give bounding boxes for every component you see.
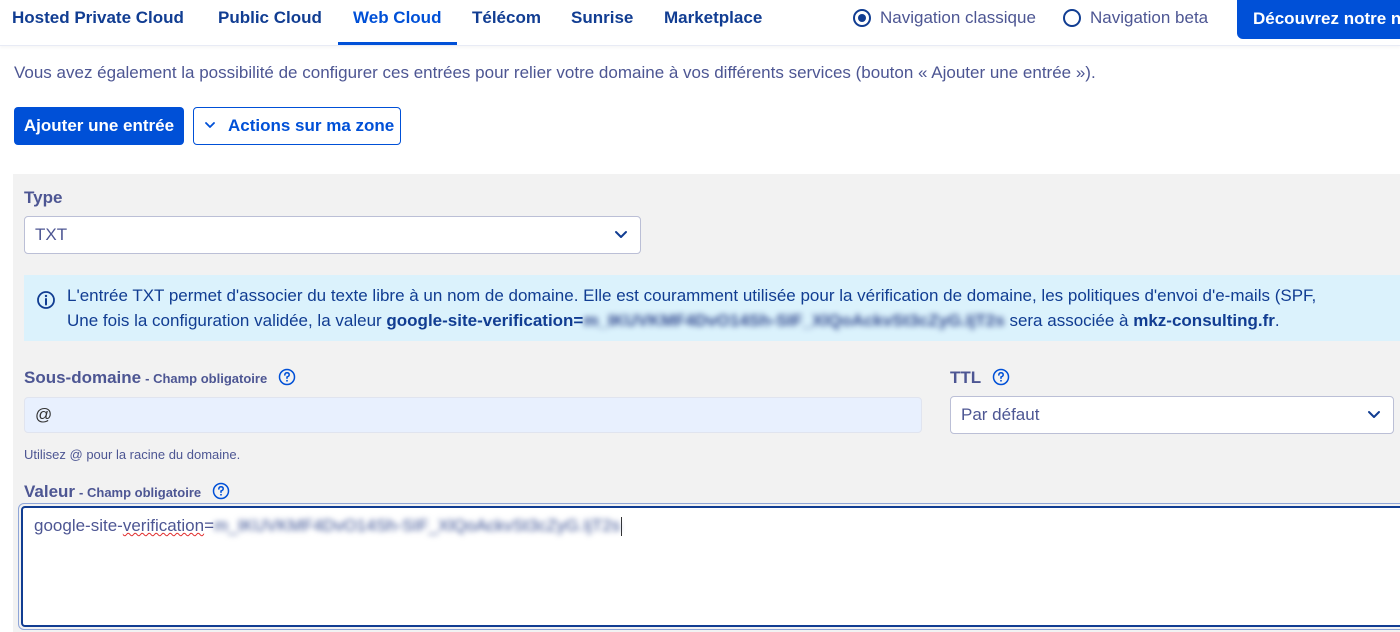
ttl-label-text: TTL bbox=[950, 368, 981, 387]
nav-marketplace[interactable]: Marketplace bbox=[664, 0, 762, 46]
info-value-redacted: m_IKUVKMF4DvO14Sh-SIF_XlQoAckvSt3cZyG.Ij… bbox=[583, 311, 1005, 330]
radio-classic-label: Navigation classique bbox=[880, 8, 1036, 27]
ttl-select-value: Par défaut bbox=[961, 405, 1040, 424]
chevron-down-icon bbox=[205, 122, 215, 128]
discover-button[interactable]: Découvrez notre n bbox=[1237, 0, 1400, 39]
subdomain-input[interactable]: @ bbox=[24, 397, 922, 433]
chevron-down-icon bbox=[1368, 411, 1380, 418]
info-line-1: L'entrée TXT permet d'associer du texte … bbox=[67, 286, 1317, 305]
zone-actions-button[interactable]: Actions sur ma zone bbox=[193, 107, 401, 145]
ttl-label: TTL bbox=[950, 368, 1010, 388]
nav-public-cloud[interactable]: Public Cloud bbox=[218, 0, 322, 46]
help-icon[interactable] bbox=[278, 368, 296, 386]
required-tag: - Champ obligatoire bbox=[79, 485, 202, 500]
ttl-select[interactable]: Par défaut bbox=[950, 396, 1394, 434]
info-line-2-end: . bbox=[1274, 311, 1280, 330]
radio-checked-icon bbox=[853, 9, 871, 27]
nav-hosted-private-cloud[interactable]: Hosted Private Cloud bbox=[12, 0, 184, 46]
radio-unchecked-icon bbox=[1063, 9, 1081, 27]
type-label: Type bbox=[24, 188, 63, 207]
subdomain-hint: Utilisez @ pour la racine du domaine. bbox=[24, 447, 241, 462]
nav-web-cloud[interactable]: Web Cloud bbox=[353, 0, 441, 46]
radio-navigation-beta[interactable]: Navigation beta bbox=[1063, 6, 1208, 30]
info-line-2: Une fois la configuration validée, la va… bbox=[67, 311, 1280, 331]
add-entry-button[interactable]: Ajouter une entrée bbox=[14, 107, 184, 145]
nav-telecom[interactable]: Télécom bbox=[472, 0, 541, 46]
info-line-2-prefix: Une fois la configuration validée, la va… bbox=[67, 311, 387, 330]
required-tag: - Champ obligatoire bbox=[145, 371, 268, 386]
help-icon[interactable] bbox=[212, 482, 230, 500]
nav-sunrise[interactable]: Sunrise bbox=[571, 0, 633, 46]
subdomain-label: Sous-domaine - Champ obligatoire bbox=[24, 368, 296, 388]
type-select[interactable]: TXT bbox=[24, 216, 641, 254]
value-textarea[interactable]: google-site-verification=m_IKUVKMF4DvO14… bbox=[18, 503, 1400, 630]
help-icon[interactable] bbox=[992, 368, 1010, 386]
value-label: Valeur - Champ obligatoire bbox=[24, 482, 230, 502]
info-line-2-mid: sera associée à bbox=[1004, 311, 1134, 330]
intro-text: Vous avez également la possibilité de co… bbox=[14, 63, 1096, 82]
radio-beta-label: Navigation beta bbox=[1090, 8, 1209, 27]
type-select-value: TXT bbox=[35, 225, 68, 244]
info-domain: mkz-consulting.fr bbox=[1133, 311, 1275, 330]
active-tab-indicator bbox=[338, 42, 457, 45]
value-label-text: Valeur bbox=[24, 482, 76, 501]
subdomain-label-text: Sous-domaine bbox=[24, 368, 142, 387]
radio-navigation-classic[interactable]: Navigation classique bbox=[853, 6, 1036, 30]
value-redacted: m_IKUVKMF4DvO14Sh-SIF_XlQoAckvSt3cZyG.Ij… bbox=[214, 516, 621, 535]
info-message: L'entrée TXT permet d'associer du texte … bbox=[24, 275, 1400, 341]
top-navigation: Hosted Private Cloud Public Cloud Web Cl… bbox=[0, 0, 1400, 46]
info-icon bbox=[37, 291, 55, 309]
info-value-key: google-site-verification= bbox=[386, 311, 584, 330]
zone-actions-label: Actions sur ma zone bbox=[228, 116, 395, 135]
chevron-down-icon bbox=[615, 231, 627, 238]
